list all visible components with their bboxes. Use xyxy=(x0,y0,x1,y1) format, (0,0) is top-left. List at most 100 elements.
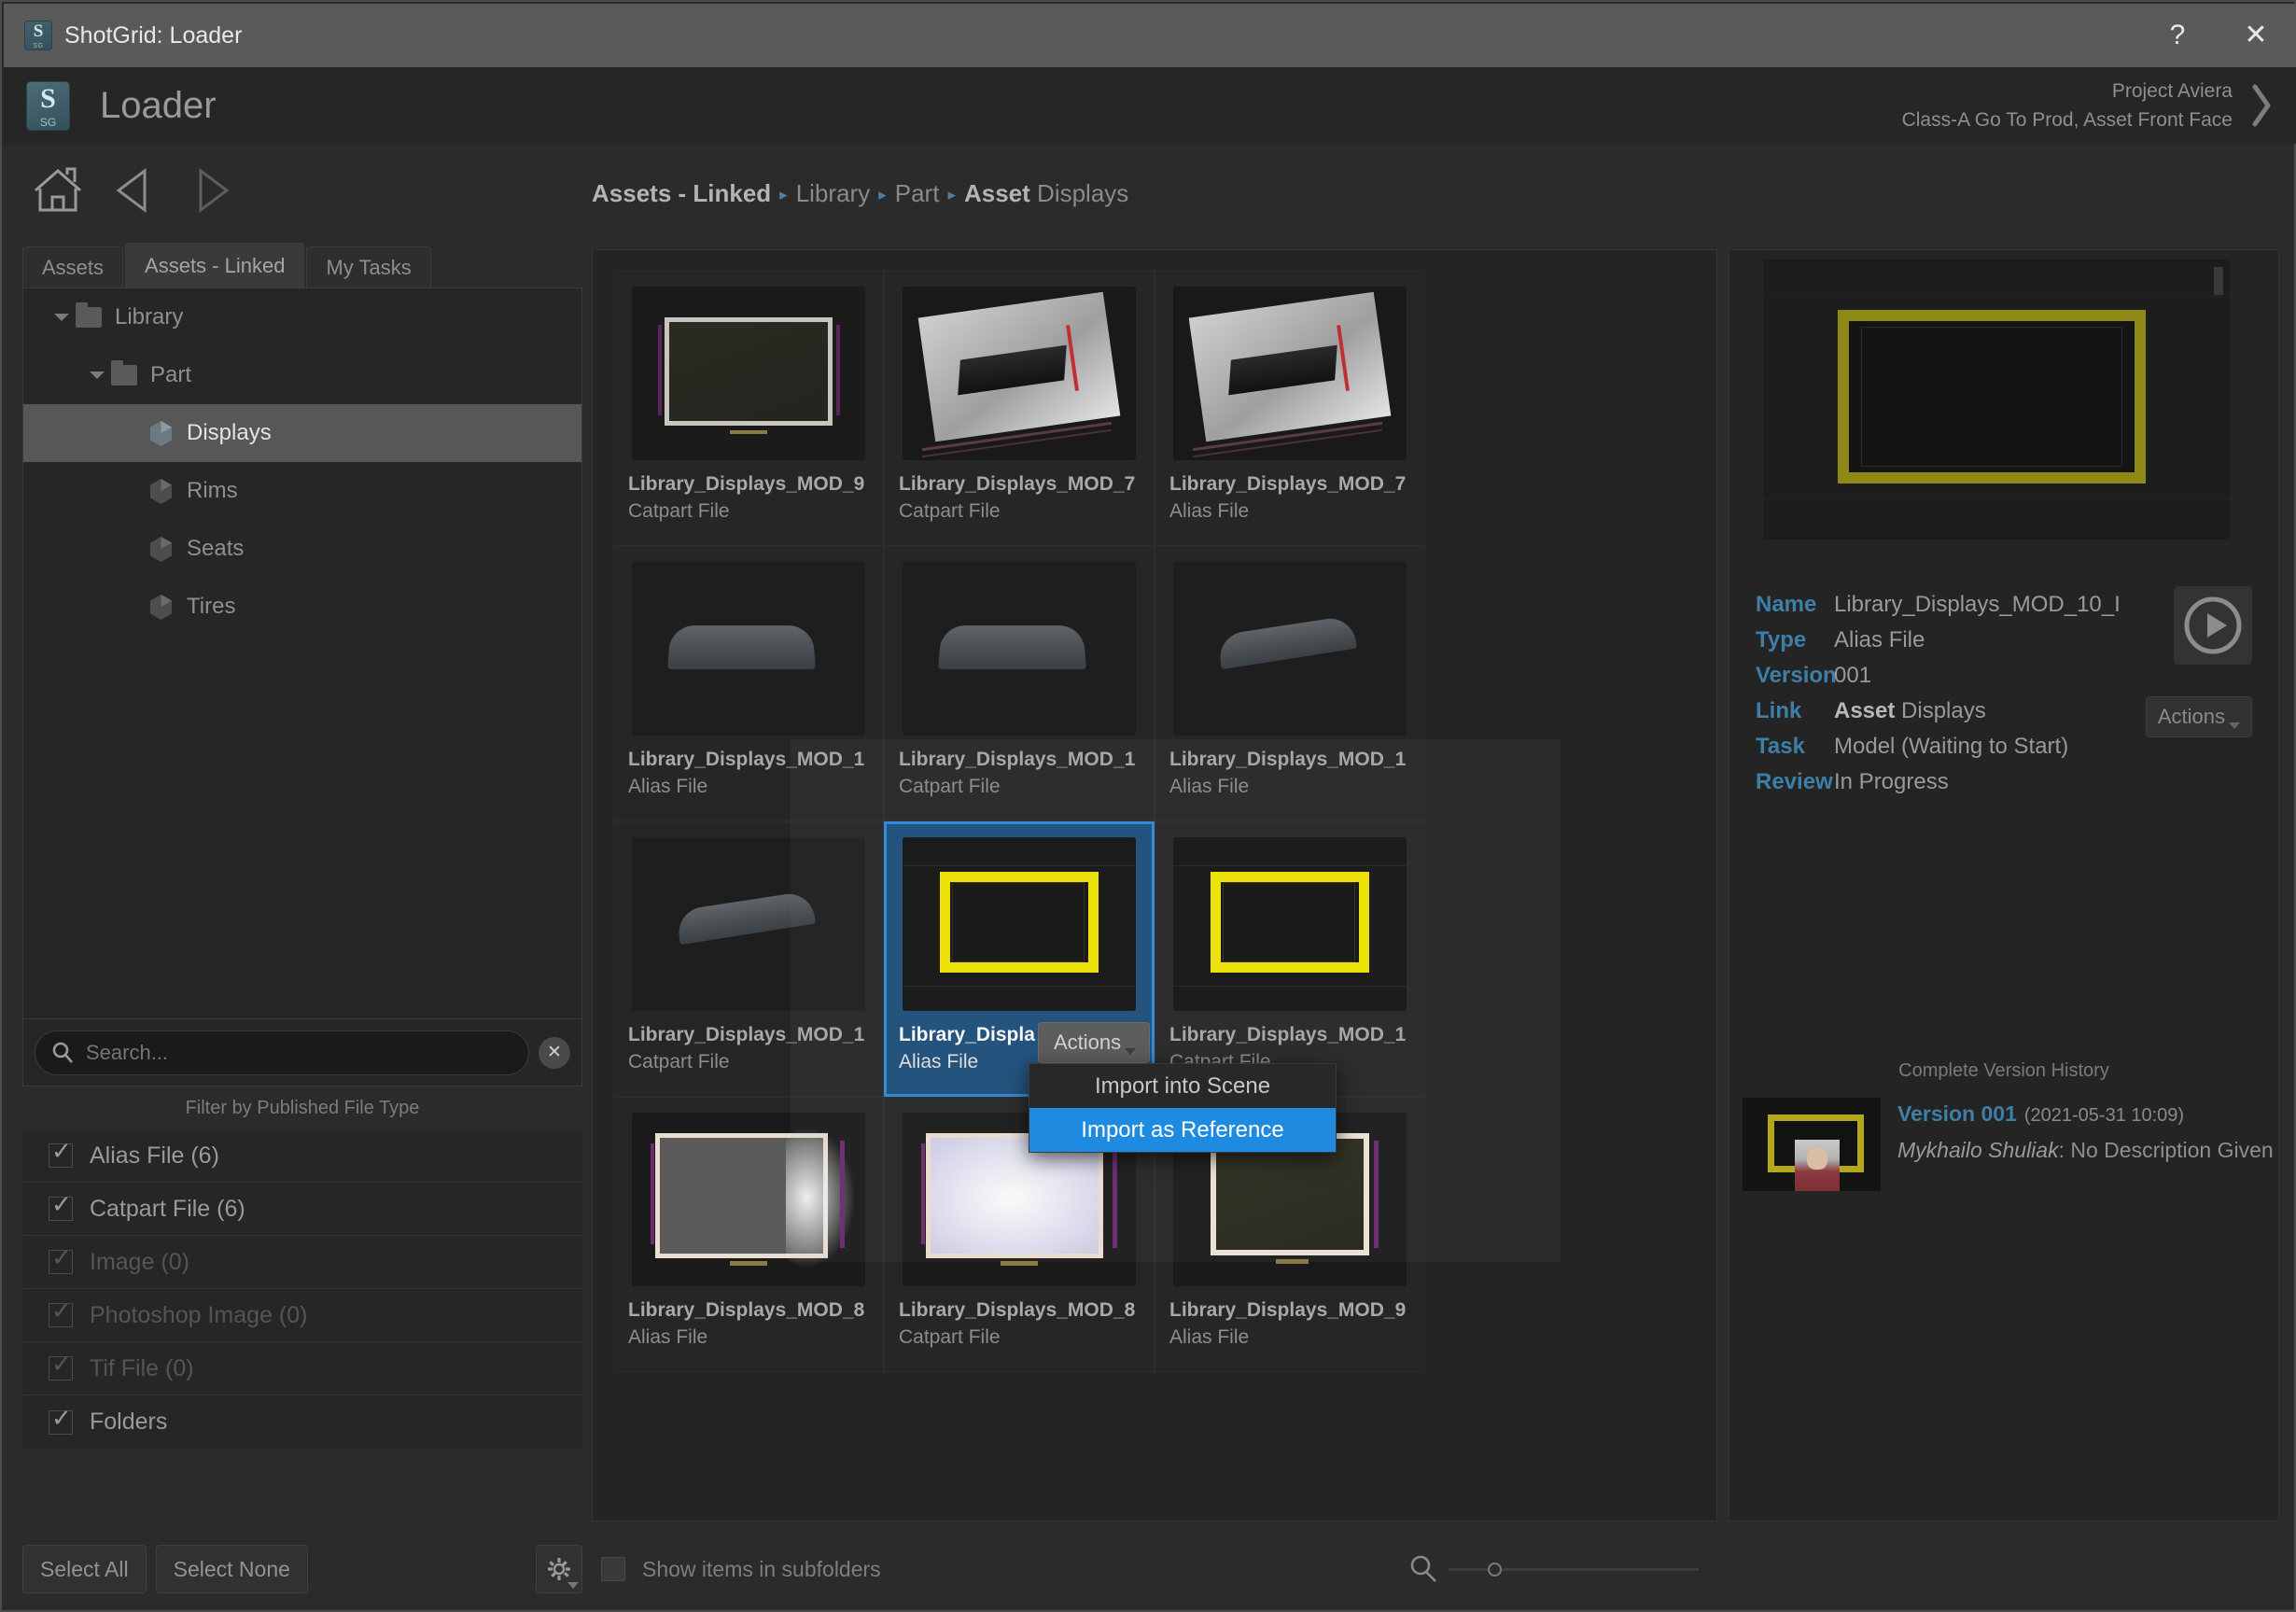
filter-item-label: Catpart File (6) xyxy=(90,1195,245,1222)
tree-item-label: Seats xyxy=(187,536,245,561)
search-field-wrapper[interactable] xyxy=(35,1030,529,1075)
version-header: Version 001 (2021-05-31 10:09) xyxy=(1897,1101,2274,1127)
thumbnail xyxy=(903,287,1136,460)
breadcrumb-root[interactable]: Assets - Linked xyxy=(592,179,771,207)
tree-item-library[interactable]: Library xyxy=(23,288,581,346)
checkbox-icon[interactable] xyxy=(49,1245,73,1274)
help-icon[interactable]: ? xyxy=(2158,13,2197,58)
grid-item[interactable]: Library_Displays_MOD_7 Catpart File xyxy=(884,271,1155,546)
filter-item-catpart-file[interactable]: Catpart File (6) xyxy=(22,1183,582,1236)
thumbnail xyxy=(632,562,865,736)
actions-button[interactable]: Actions xyxy=(1038,1022,1151,1063)
filter-item-folders[interactable]: Folders xyxy=(22,1395,582,1449)
checkbox-icon[interactable] xyxy=(49,1139,73,1168)
tree-item-tires[interactable]: Tires xyxy=(23,578,581,636)
checkbox-icon[interactable] xyxy=(49,1352,73,1381)
search-input[interactable] xyxy=(86,1040,513,1065)
arrow-left-icon[interactable] xyxy=(105,162,164,218)
show-subfolders-checkbox[interactable] xyxy=(601,1557,625,1581)
search-row: ✕ xyxy=(22,1019,582,1086)
filter-item-tif-file[interactable]: Tif File (0) xyxy=(22,1342,582,1395)
breadcrumb-part[interactable]: Part xyxy=(895,179,940,207)
chevron-right-icon[interactable] xyxy=(2240,67,2283,144)
play-button[interactable] xyxy=(2174,586,2252,665)
checkbox-icon[interactable] xyxy=(49,1192,73,1221)
version-history-item[interactable]: Version 001 (2021-05-31 10:09) Mykhailo S… xyxy=(1737,1090,2274,1198)
project-info[interactable]: Project Aviera Class-A Go To Prod, Asset… xyxy=(1902,77,2240,135)
metadata-value: In Progress xyxy=(1834,771,1949,793)
grid-item-type: Alias File xyxy=(628,1326,708,1348)
cube-icon xyxy=(148,420,174,447)
tree-item-rims[interactable]: Rims xyxy=(23,462,581,520)
metadata-row-review: Review In Progress xyxy=(1756,771,2120,793)
select-none-button[interactable]: Select None xyxy=(155,1545,308,1593)
tree-item-part[interactable]: Part xyxy=(23,346,581,404)
metadata-table: Name Library_Displays_MOD_10_Inch_mo Typ… xyxy=(1756,594,2120,806)
grid-item-type: Catpart File xyxy=(899,500,1001,522)
grid-item-name: Library_Displays_MOD_9 xyxy=(1169,1299,1407,1321)
preview-thumbnail xyxy=(1763,259,2230,540)
checkbox-icon[interactable] xyxy=(49,1406,73,1435)
tab-assets-linked[interactable]: Assets - Linked xyxy=(125,243,305,287)
breadcrumb-separator-icon: ▸ xyxy=(779,186,788,204)
grid-item[interactable]: Library_Displays_MOD_9 Catpart File xyxy=(613,271,884,546)
details-actions-button[interactable]: Actions xyxy=(2145,696,2252,737)
page-title: Loader xyxy=(100,84,217,126)
status-bar: Show items in subfolders xyxy=(592,1540,1717,1598)
filter-actions-bar: Select All Select None xyxy=(22,1540,582,1598)
close-icon[interactable]: ✕ xyxy=(2236,13,2275,58)
breadcrumb-library[interactable]: Library xyxy=(796,179,870,207)
dropdown-caret-icon xyxy=(567,1582,579,1589)
thumbnail xyxy=(632,287,865,460)
dropdown-caret-icon xyxy=(2229,722,2240,729)
actions-button-label: Actions xyxy=(1054,1030,1122,1054)
menu-item-import-as-reference[interactable]: Import as Reference xyxy=(1029,1108,1336,1152)
play-icon xyxy=(2184,596,2242,654)
tab-my-tasks[interactable]: My Tasks xyxy=(306,246,431,287)
tree-item-seats[interactable]: Seats xyxy=(23,520,581,578)
avatar xyxy=(1795,1140,1840,1191)
grid-item[interactable]: Library_Displays_MOD_1 Catpart File xyxy=(884,546,1155,821)
zoom-slider[interactable] xyxy=(1449,1562,1699,1577)
grid-item[interactable]: Library_Displays_MOD_1 Catpart File xyxy=(613,821,884,1097)
menu-item-import-into-scene[interactable]: Import into Scene xyxy=(1029,1064,1336,1108)
filter-item-label: Alias File (6) xyxy=(90,1142,219,1169)
left-panel: Assets Assets - Linked My Tasks Library … xyxy=(22,243,582,1521)
breadcrumb-entity-name: Displays xyxy=(1037,179,1129,207)
show-subfolders-label: Show items in subfolders xyxy=(642,1556,881,1581)
metadata-key: Type xyxy=(1756,627,1807,652)
version-label[interactable]: Version 001 xyxy=(1897,1101,2017,1126)
zoom-slider-handle[interactable] xyxy=(1488,1562,1502,1577)
version-timestamp: (2021-05-31 10:09) xyxy=(2023,1105,2185,1126)
metadata-row-link: Link Asset Displays xyxy=(1756,700,2120,722)
tree-item-label: Rims xyxy=(187,478,238,503)
tree-item-label: Library xyxy=(115,304,184,329)
tree-item-displays[interactable]: Displays xyxy=(23,404,581,462)
grid-item[interactable]: Library_Displays_MOD_7 Alias File xyxy=(1155,271,1425,546)
checkbox-icon[interactable] xyxy=(49,1298,73,1327)
chevron-down-icon[interactable] xyxy=(83,370,111,381)
app-logo-letter: S xyxy=(40,82,56,114)
grid-item[interactable]: Library_Displays_MOD_1 Alias File xyxy=(1155,546,1425,821)
grid-item-type: Catpart File xyxy=(899,776,1001,797)
settings-button[interactable] xyxy=(536,1545,582,1593)
filter-item-image[interactable]: Image (0) xyxy=(22,1236,582,1289)
metadata-value: Library_Displays_MOD_10_Inch_mo xyxy=(1834,594,2120,616)
clear-search-icon[interactable]: ✕ xyxy=(539,1036,570,1069)
filter-list: Alias File (6) Catpart File (6) Image (0… xyxy=(22,1129,582,1449)
thumbnail xyxy=(1173,562,1407,736)
select-all-button[interactable]: Select All xyxy=(22,1545,147,1593)
tab-assets[interactable]: Assets xyxy=(22,246,124,287)
home-icon[interactable] xyxy=(28,162,88,218)
grid-item[interactable]: Library_Displays_MOD_8 Alias File xyxy=(613,1097,884,1372)
chevron-down-icon[interactable] xyxy=(48,312,76,323)
grid-item-name: Library_Displays_MOD_8 xyxy=(899,1299,1136,1321)
grid-item[interactable]: Library_Displays_MOD_1 Alias File xyxy=(613,546,884,821)
arrow-right-icon[interactable] xyxy=(181,162,241,218)
gear-icon xyxy=(548,1558,570,1580)
project-name: Project Aviera xyxy=(2111,79,2233,102)
filter-item-photoshop-image[interactable]: Photoshop Image (0) xyxy=(22,1289,582,1342)
grid-item[interactable]: Library_Displays_MOD_1 Catpart File xyxy=(1155,821,1425,1097)
filter-item-alias-file[interactable]: Alias File (6) xyxy=(22,1129,582,1183)
grid-item-name: Library_Displays_MOD_9 xyxy=(628,473,865,495)
